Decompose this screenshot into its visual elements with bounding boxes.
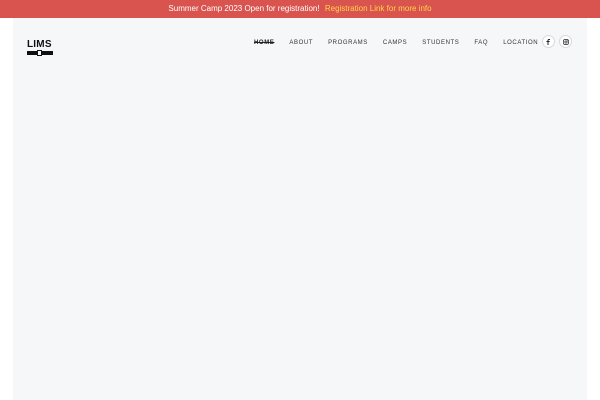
logo-mark-icon [27, 50, 53, 56]
nav-item-location[interactable]: LOCATION [503, 40, 538, 46]
instagram-button[interactable] [559, 35, 572, 48]
logo-text: LIMS [27, 39, 52, 50]
site-logo[interactable]: LIMS [27, 40, 55, 58]
instagram-icon [562, 38, 569, 45]
registration-link[interactable]: Registration Link for more info [325, 4, 432, 13]
nav-item-faq[interactable]: FAQ [474, 40, 488, 46]
facebook-button[interactable] [542, 35, 555, 48]
nav-item-about[interactable]: ABOUT [289, 40, 313, 46]
nav-item-home[interactable]: HOME [254, 40, 274, 46]
nav-item-programs[interactable]: PROGRAMS [328, 40, 368, 46]
social-links [542, 35, 576, 48]
announcement-bar: Summer Camp 2023 Open for registration! … [0, 0, 600, 18]
nav-item-students[interactable]: STUDENTS [422, 40, 459, 46]
main-nav: HOME ABOUT PROGRAMS CAMPS STUDENTS FAQ L… [254, 38, 538, 48]
announcement-text: Summer Camp 2023 Open for registration! [168, 4, 320, 13]
page-content: LIMS HOME ABOUT PROGRAMS CAMPS STUDENTS … [13, 18, 587, 400]
facebook-icon [546, 38, 550, 45]
nav-item-camps[interactable]: CAMPS [383, 40, 407, 46]
